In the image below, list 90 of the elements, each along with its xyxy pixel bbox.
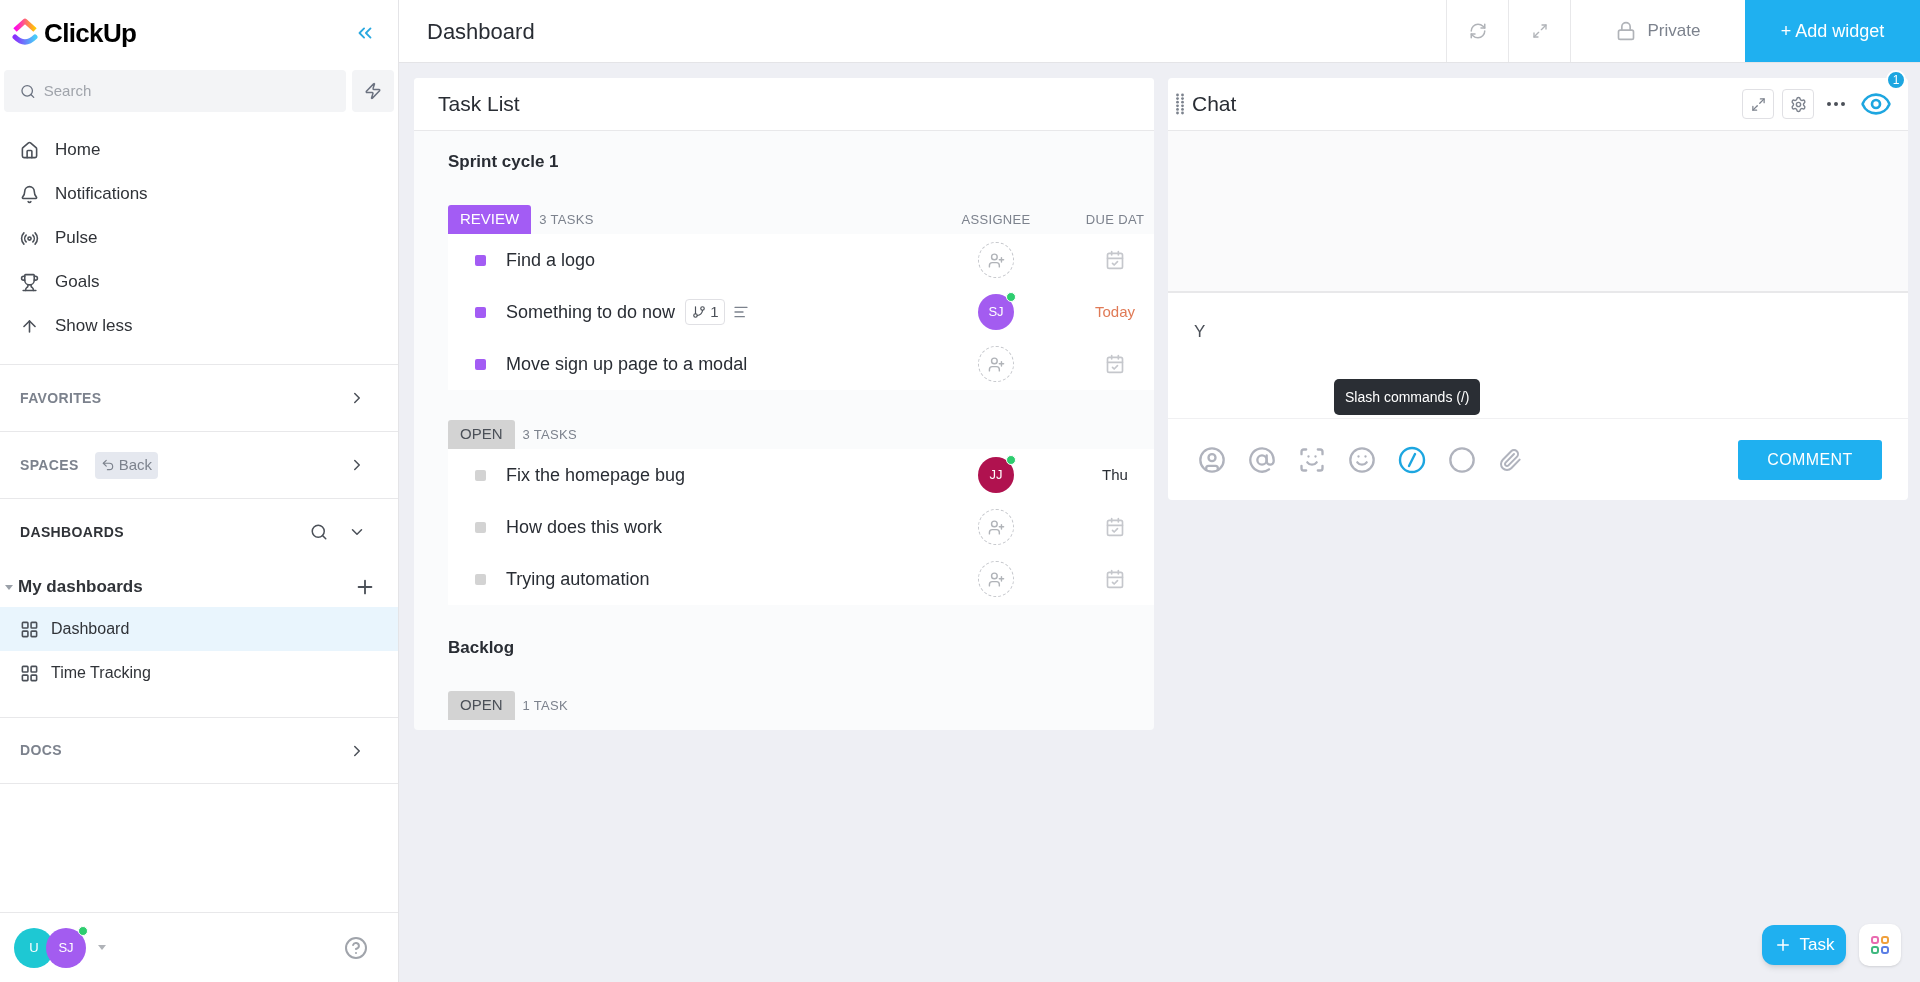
task-name: Move sign up page to a modal [506,352,748,376]
status-square [475,469,486,481]
status-square [475,306,486,318]
nav-item[interactable]: Notifications [0,172,398,216]
task-count: 3 TASKS [539,210,594,229]
calendar-icon[interactable] [1105,354,1125,374]
dropdown-caret-icon[interactable] [98,945,106,950]
list-title: Backlog [448,637,516,659]
task-name: How does this work [506,515,663,539]
due-date[interactable]: Thu [1102,463,1128,487]
apps-icon [1871,936,1889,954]
bell-icon [20,184,39,204]
task-row[interactable]: Find a logo [448,234,1154,286]
expand-icon [1750,96,1766,112]
task-row[interactable]: How does this work [448,501,1154,553]
page-title: Dashboard [427,17,535,46]
expand-icon [1531,23,1548,39]
trophy-icon [20,272,39,292]
section-heading[interactable]: FAVORITES [20,387,102,409]
user-avatar[interactable]: SJ [978,294,1014,330]
calendar-icon[interactable] [1105,569,1125,589]
user-avatar[interactable]: JJ [978,457,1014,493]
section-heading[interactable]: SPACES [20,454,79,476]
lightning-icon [364,82,382,100]
lock-icon [1615,21,1636,41]
dashboard-icon [20,663,39,683]
search-bar[interactable]: Search [4,70,346,112]
task-count: 3 TASKS [522,425,578,444]
subtask-count[interactable]: 1 [685,299,726,325]
refresh-icon [1468,22,1487,40]
task-name: Find a logo [506,248,596,272]
logo-icon [12,18,38,48]
help-icon[interactable] [344,935,368,960]
task-name: Trying automation [506,567,650,591]
nav-item[interactable]: Show less [0,304,398,348]
nav-item[interactable]: Pulse [0,216,398,260]
status-label[interactable]: REVIEW [448,205,532,234]
mention-icon[interactable] [1248,445,1276,474]
section-heading[interactable]: DASHBOARDS [20,521,124,543]
apps-button[interactable] [1859,924,1901,966]
dashboard-icon [20,619,39,639]
brand-name: ClickUp [44,16,137,50]
widget-title: Task List [438,91,520,118]
tooltip: Slash commands (/) [1334,379,1481,415]
expand-caret-icon[interactable] [5,584,13,590]
dashboard-item[interactable]: Time Tracking [0,651,398,695]
smile-icon[interactable] [1348,445,1376,474]
task-row[interactable]: Move sign up page to a modal [448,338,1154,390]
column-header[interactable]: DUE DAT [1076,209,1154,230]
calendar-icon[interactable] [1105,517,1125,537]
search-icon [20,82,36,100]
subtask-icon [692,305,707,319]
section-heading[interactable]: DOCS [20,740,62,761]
task-row[interactable]: Something to do now 1 SJ Today [448,286,1154,338]
status-label[interactable]: OPEN [448,691,515,720]
task-name: Something to do now [506,300,676,324]
task-row[interactable]: Fix the homepage bug JJ Thu [448,449,1154,501]
status-square [475,573,486,585]
status-label[interactable]: OPEN [448,420,515,449]
widget-title: Chat [1192,91,1237,118]
user-avatar[interactable]: SJ [46,927,86,968]
task-count: 1 TASK [522,696,569,715]
paperclip-icon[interactable] [1498,447,1522,472]
status-square [475,521,486,533]
back-icon [100,458,115,472]
settings-icon [1789,95,1807,113]
watcher-count-badge: 1 [1886,70,1906,90]
fullscreen-button[interactable] [1742,89,1774,119]
task-row[interactable]: Trying automation [448,553,1154,605]
nav-item[interactable]: Home [0,128,398,172]
slash-icon[interactable] [1398,445,1426,474]
task-name: Fix the homepage bug [506,463,686,487]
dashboard-item[interactable]: Dashboard [0,607,398,651]
face-frame-icon[interactable] [1298,445,1326,474]
column-header[interactable]: ASSIGNEE [916,209,1076,230]
drag-handle-icon[interactable] [1176,93,1184,115]
status-square [475,358,486,370]
comment-input[interactable]: Y [1194,319,1494,345]
group-label[interactable]: My dashboards [18,574,143,600]
search-icon[interactable] [310,523,328,541]
home-icon [20,140,39,160]
record-icon[interactable] [1448,445,1476,474]
nav-item[interactable]: Goals [0,260,398,304]
lightning-button[interactable] [352,70,394,112]
settings-button[interactable] [1782,89,1814,119]
status-square [475,254,486,266]
search-field[interactable]: Search [43,79,330,103]
calendar-icon[interactable] [1105,250,1125,270]
user-bubble-icon[interactable] [1198,445,1226,474]
list-title: Sprint cycle 1 [448,151,560,173]
